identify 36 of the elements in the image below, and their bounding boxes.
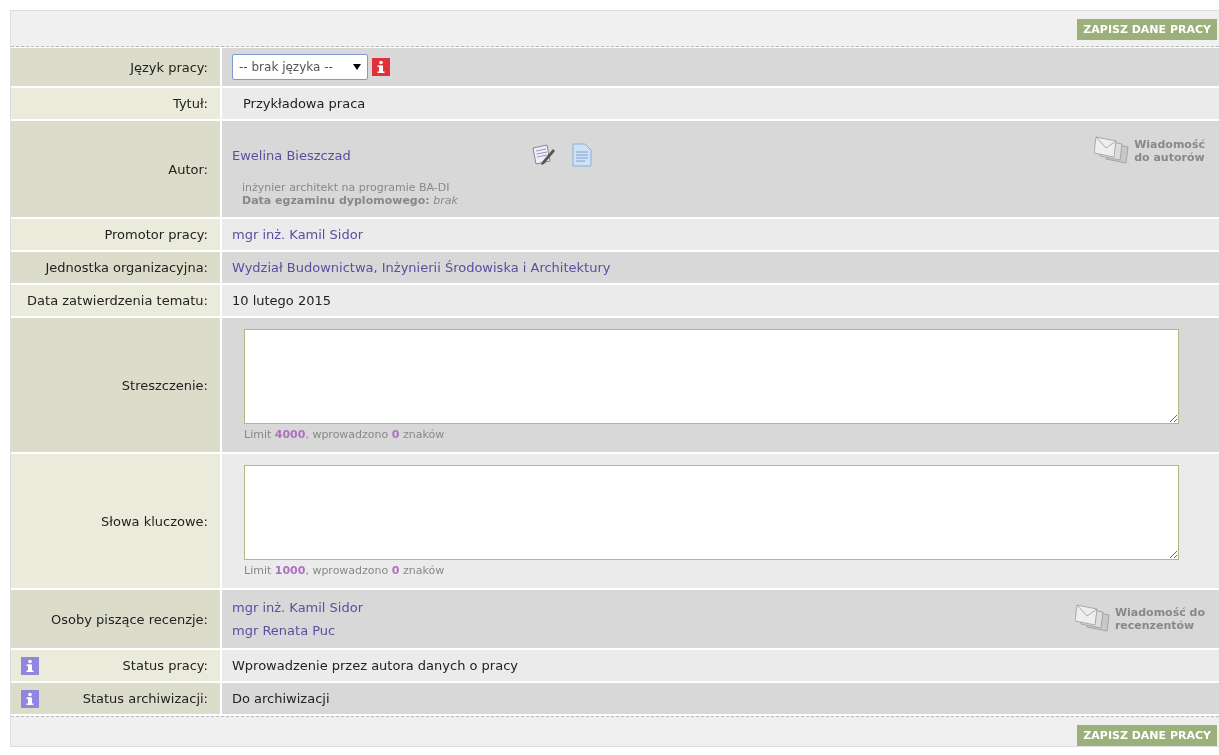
field-value: Przykładowa praca (243, 96, 366, 111)
program-text: inżynier architekt na programie BA-DI (241, 181, 451, 194)
field-label: Słowa kluczowe: (101, 513, 208, 529)
field-label: Promotor pracy: (104, 227, 208, 242)
field-label: Język pracy: (130, 59, 208, 75)
field-label: Streszczenie: (121, 377, 208, 393)
field-label: Data zatwierdzenia tematu: (27, 293, 208, 308)
text-area[interactable] (244, 465, 1179, 560)
envelopes-icon (1074, 603, 1111, 635)
notepad-pencil-icon[interactable] (530, 143, 556, 167)
message-link[interactable]: Wiadomość do autorów (1134, 138, 1205, 164)
message-link[interactable]: Wiadomość do recenzentów (1114, 606, 1205, 632)
reviewer-link[interactable]: mgr inż. Kamil Sidor (232, 600, 364, 615)
field-label: Jednostka organizacyjna: (45, 260, 208, 275)
text-area[interactable] (244, 329, 1179, 424)
field-link[interactable]: mgr inż. Kamil Sidor (232, 227, 364, 242)
field-link[interactable]: Wydział Budownictwa, Inżynierii Środowiska i Architektury (232, 260, 611, 275)
field-label: Status pracy: (122, 658, 208, 673)
author-link[interactable]: Ewelina Bieszczad (232, 147, 530, 163)
info-icon[interactable] (21, 656, 39, 675)
field-label: Status archiwizacji: (82, 691, 208, 706)
reviewer-link[interactable]: mgr Renata Puc (232, 623, 364, 638)
field-value: 10 lutego 2015 (232, 293, 332, 308)
field-label: Tytuł: (172, 96, 208, 111)
field-label: Autor: (168, 161, 208, 177)
envelopes-icon (1094, 135, 1131, 167)
field-label: Osoby piszące recenzje: (51, 611, 208, 627)
dropdown-caret-icon (353, 64, 361, 70)
info-icon[interactable] (372, 58, 390, 76)
info-icon[interactable] (21, 689, 39, 708)
exam-date-text: Data egzaminu dyplomowego: brak (241, 194, 459, 207)
field-value: Wprowadzenie przez autora danych o pracy (232, 658, 518, 673)
language-select[interactable]: -- brak języka -- (232, 54, 368, 80)
field-value: Do archiwizacji (232, 691, 330, 706)
character-counter: Limit 1000, wprowadzono 0 znaków (244, 564, 446, 577)
character-counter: Limit 4000, wprowadzono 0 znaków (244, 428, 446, 441)
